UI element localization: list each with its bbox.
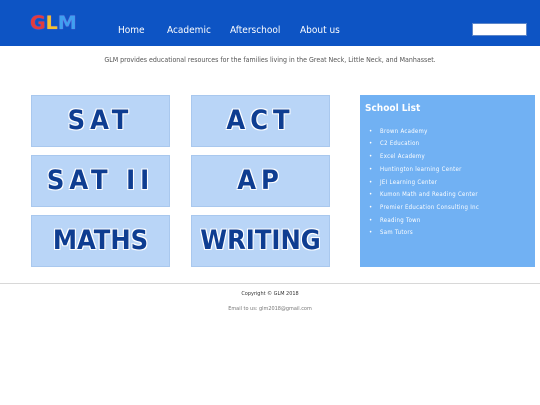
card-maths-label: MATHS bbox=[52, 225, 149, 256]
copyright-text: Copyright © GLM 2018 bbox=[241, 291, 299, 297]
school-item-huntington[interactable]: Huntington learning Center bbox=[369, 166, 462, 174]
email-text: Email to us: glm2018@gmail.com bbox=[228, 306, 312, 312]
card-maths[interactable]: MATHS bbox=[31, 215, 170, 267]
glm-logo[interactable]: GLM bbox=[30, 12, 77, 34]
card-ap[interactable]: AP bbox=[191, 155, 330, 207]
card-sat-label: SAT bbox=[67, 105, 134, 136]
school-item-reading-town[interactable]: Reading Town bbox=[369, 217, 421, 225]
search-input[interactable] bbox=[472, 23, 527, 36]
site-header: GLM Home Academic Afterschool About us bbox=[0, 0, 540, 46]
card-writing[interactable]: WRITING bbox=[191, 215, 330, 267]
card-sat[interactable]: SAT bbox=[31, 95, 170, 147]
school-item-excel-academy[interactable]: Excel Academy bbox=[369, 153, 425, 161]
school-list-title: School List bbox=[365, 103, 421, 114]
footer-divider bbox=[0, 283, 540, 284]
logo-letter-m: M bbox=[57, 12, 77, 34]
card-ap-label: AP bbox=[237, 165, 284, 196]
school-item-c2-education[interactable]: C2 Education bbox=[369, 140, 419, 148]
card-sat-ii[interactable]: SAT II bbox=[31, 155, 170, 207]
card-sat-ii-label: SAT II bbox=[46, 165, 155, 196]
nav-home[interactable]: Home bbox=[118, 24, 145, 38]
school-item-brown-academy[interactable]: Brown Academy bbox=[369, 128, 428, 136]
card-act[interactable]: ACT bbox=[191, 95, 330, 147]
nav-academic[interactable]: Academic bbox=[167, 24, 211, 38]
school-item-sam-tutors[interactable]: Sam Tutors bbox=[369, 229, 413, 237]
school-item-kumon[interactable]: Kumon Math and Reading Center bbox=[369, 191, 478, 199]
tagline: GLM provides educational resources for t… bbox=[104, 56, 436, 64]
nav-about-us[interactable]: About us bbox=[300, 24, 340, 38]
school-list-panel: School List Brown Academy C2 Education E… bbox=[360, 95, 535, 267]
logo-letter-l: L bbox=[45, 12, 58, 34]
school-item-premier[interactable]: Premier Education Consulting Inc bbox=[369, 204, 479, 212]
school-item-jei[interactable]: JEI Learning Center bbox=[369, 179, 437, 187]
card-writing-label: WRITING bbox=[200, 225, 321, 256]
logo-letter-g: G bbox=[30, 12, 46, 34]
nav-afterschool[interactable]: Afterschool bbox=[230, 24, 280, 38]
card-act-label: ACT bbox=[226, 105, 295, 136]
